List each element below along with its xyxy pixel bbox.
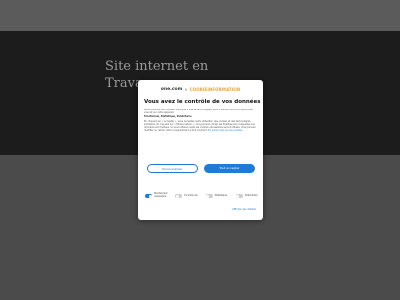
toggle-switch-functional[interactable] xyxy=(175,194,183,198)
toggle-label-functional: Fonctionnel xyxy=(184,193,198,197)
consent-toggles: Strictement nécessaire Fonctionnel Stati… xyxy=(145,191,258,201)
details-paragraph: En cliquant sur « Accepter », vous accep… xyxy=(144,120,257,133)
page-title-line1: Site internet en xyxy=(105,59,209,74)
toggle-switch-advertising[interactable] xyxy=(235,194,243,198)
brand-separator: × xyxy=(184,87,188,92)
top-bar xyxy=(0,0,400,31)
toggle-switch-necessary[interactable] xyxy=(145,194,152,198)
intro-paragraph: Nous utilisons des cookies, ainsi que d'… xyxy=(144,109,254,114)
purposes-paragraph: Fonctionnel, Statistique, Publicitaire xyxy=(144,115,192,119)
toggle-statistics: Statistique xyxy=(205,193,228,198)
dialog-body: Nous utilisons des cookies, ainsi que d'… xyxy=(144,109,257,146)
toggle-advertising: Publicitaire xyxy=(235,193,258,198)
brand-logo: one.com xyxy=(160,87,183,92)
toggle-necessary: Strictement nécessaire xyxy=(145,192,168,199)
brand-row: one.com × COOKIEINFORMATION xyxy=(138,87,263,92)
partner-logo: COOKIEINFORMATION xyxy=(189,87,241,92)
cookie-consent-dialog: one.com × COOKIEINFORMATION Vous avez le… xyxy=(138,80,263,220)
toggle-label-necessary: Strictement nécessaire xyxy=(154,192,168,198)
show-details-link[interactable]: Afficher les détails xyxy=(232,208,256,211)
customize-button[interactable]: Personnaliser xyxy=(147,164,198,173)
toggle-functional: Fonctionnel xyxy=(175,193,198,198)
toggle-label-statistics: Statistique xyxy=(214,193,228,197)
dialog-title: Vous avez le contrôle de vos données xyxy=(144,99,261,105)
read-more-link[interactable]: En savoir plus sur les cookies xyxy=(208,129,242,132)
toggle-label-advertising: Publicitaire xyxy=(244,193,258,197)
accept-all-button[interactable]: Tout accepter xyxy=(204,164,255,173)
toggle-switch-statistics[interactable] xyxy=(205,194,213,198)
